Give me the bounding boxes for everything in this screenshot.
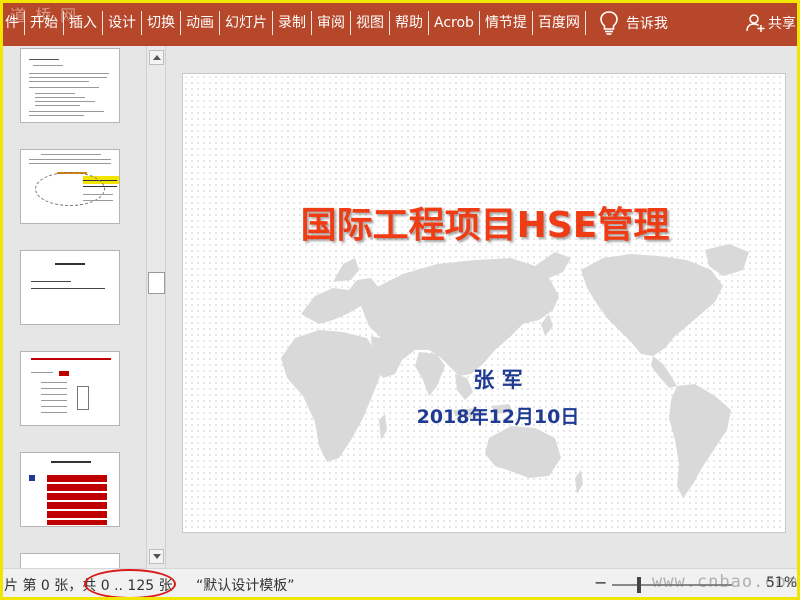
slide-author[interactable]: 张 军: [183, 364, 785, 394]
tab-animations[interactable]: 动画: [181, 11, 220, 35]
tab-transitions[interactable]: 切换: [142, 11, 181, 35]
slide-thumbnail[interactable]: [20, 48, 120, 123]
scroll-up-button[interactable]: [149, 50, 164, 65]
highlight-circle-annotation: [84, 569, 176, 599]
scroll-down-button[interactable]: [149, 549, 164, 564]
tab-review[interactable]: 审阅: [312, 11, 351, 35]
arrow-up-icon: [153, 55, 161, 60]
ribbon-tab-bar: 件 开始 插入 设计 切换 动画 幻灯片 录制 审阅 视图 帮助 Acrob 情…: [0, 0, 800, 46]
tab-baidu-netdisk[interactable]: 百度网: [533, 11, 586, 35]
world-map-graphic: [281, 244, 749, 498]
zoom-slider-handle[interactable]: [637, 577, 641, 593]
tab-view[interactable]: 视图: [351, 11, 390, 35]
status-theme-name: “默认设计模板”: [196, 578, 295, 594]
tab-acrobat[interactable]: Acrob: [429, 11, 480, 35]
tab-help[interactable]: 帮助: [390, 11, 429, 35]
slide-thumbnail[interactable]: [20, 351, 120, 426]
person-add-icon: [746, 14, 765, 32]
slide-editing-area: 国际工程项目HSE管理 张 军 2018年12月10日: [167, 46, 797, 568]
arrow-down-icon: [153, 554, 161, 559]
tab-record[interactable]: 录制: [273, 11, 312, 35]
tab-design[interactable]: 设计: [103, 11, 142, 35]
slide-thumbnail-pane: [3, 46, 148, 568]
zoom-out-button[interactable]: −: [594, 573, 607, 592]
current-slide[interactable]: 国际工程项目HSE管理 张 军 2018年12月10日: [182, 73, 786, 533]
slide-title[interactable]: 国际工程项目HSE管理: [183, 196, 785, 248]
tab-storyboard[interactable]: 情节提: [480, 11, 533, 35]
thumbnail-scrollbar[interactable]: [146, 46, 166, 568]
lightbulb-icon[interactable]: [598, 10, 620, 36]
slide-thumbnail[interactable]: [20, 553, 120, 568]
watermark-bottom: www.cnbao.com: [652, 572, 799, 592]
watermark-top: 道 桥 网: [10, 6, 79, 25]
share-label: 共享: [768, 16, 796, 32]
slide-thumbnail[interactable]: [20, 452, 120, 527]
slide-date[interactable]: 2018年12月10日: [183, 402, 785, 429]
share-button[interactable]: 共享: [746, 13, 796, 33]
tell-me-search[interactable]: 告诉我: [626, 13, 668, 33]
slide-thumbnail[interactable]: [20, 149, 120, 224]
tab-slideshow[interactable]: 幻灯片: [220, 11, 273, 35]
scroll-thumb[interactable]: [148, 272, 165, 294]
slide-thumbnail[interactable]: [20, 250, 120, 325]
